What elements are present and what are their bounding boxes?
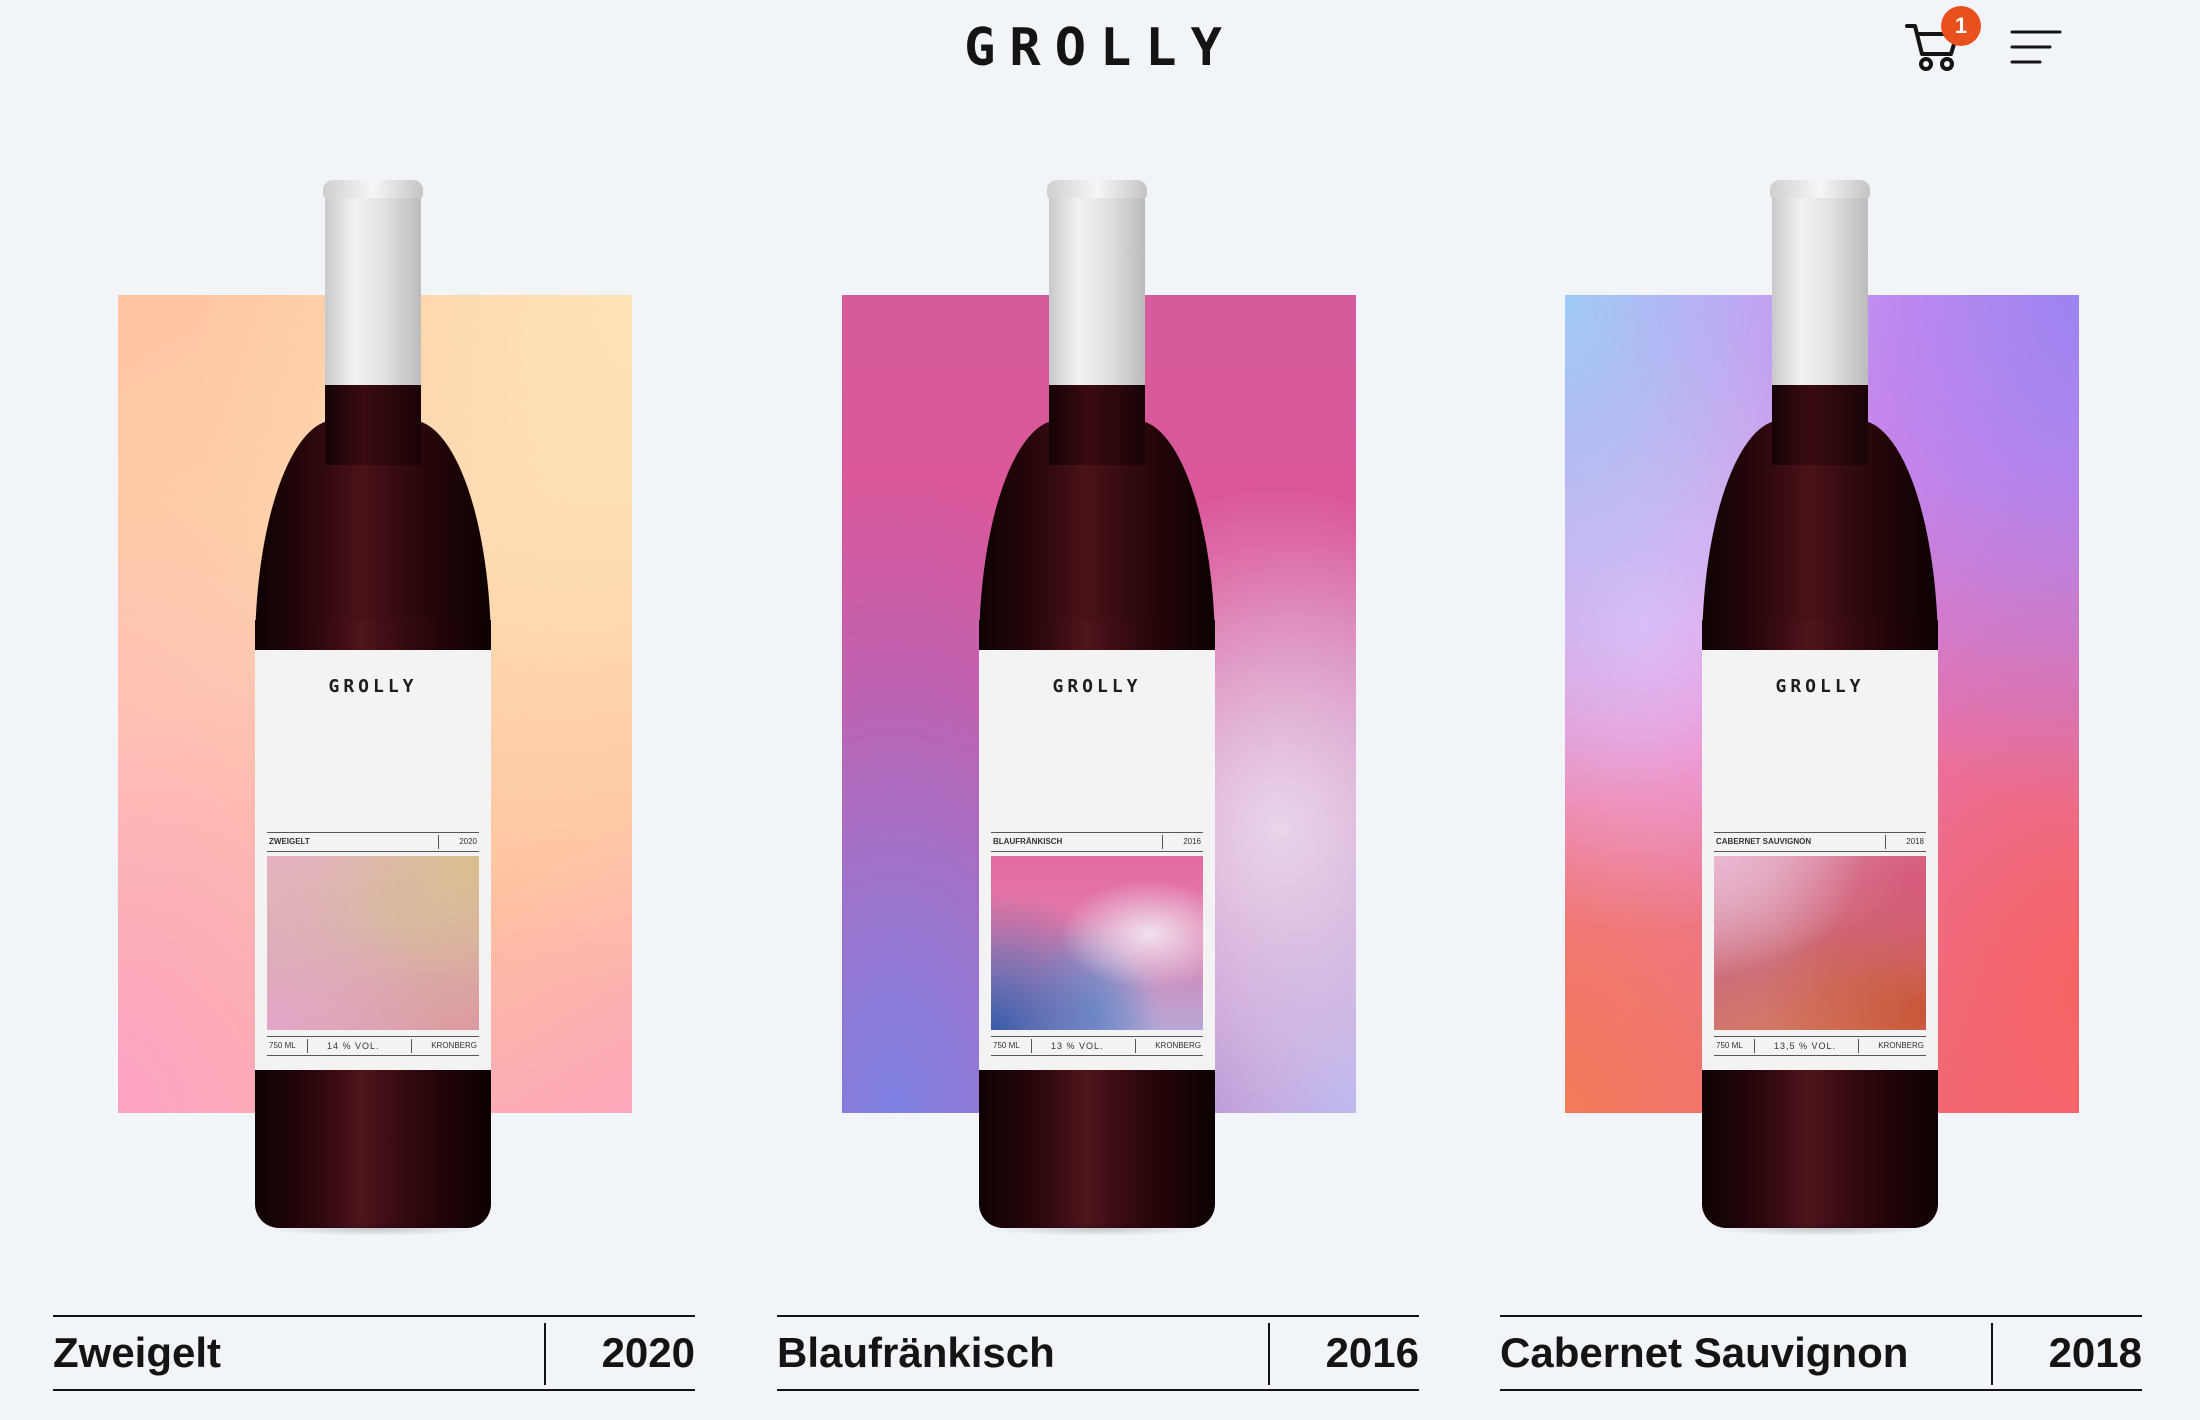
product-caption[interactable]: Cabernet Sauvignon 2018 (1500, 1315, 2142, 1391)
label-title-row: CABERNET SAUVIGNON 2018 (1714, 832, 1926, 852)
caption-divider (1268, 1323, 1270, 1385)
bottle-label: GROLLY CABERNET SAUVIGNON 2018 750 ML 13… (1702, 650, 1938, 1070)
label-volume: 750 ML (269, 1041, 296, 1050)
hamburger-menu-icon (2010, 30, 2062, 64)
product-year: 2016 (1325, 1329, 1419, 1376)
product-year: 2018 (2048, 1329, 2142, 1376)
label-volume: 750 ML (1716, 1041, 1743, 1050)
label-info-row: 750 ML 13,5 % VOL. KRONBERG (1714, 1036, 1926, 1056)
product-caption[interactable]: Zweigelt 2020 (53, 1315, 695, 1391)
label-artwork (1714, 856, 1926, 1030)
bottle-label: GROLLY BLAUFRÄNKISCH 2016 750 ML 13 % VO… (979, 650, 1215, 1070)
label-wine-name: CABERNET SAUVIGNON (1716, 837, 1812, 846)
label-info-row: 750 ML 14 % VOL. KRONBERG (267, 1036, 479, 1056)
cart-button[interactable]: 1 (1905, 6, 1981, 74)
label-alcohol: 13 % VOL. (1051, 1041, 1104, 1051)
product-name[interactable]: Blaufränkisch (777, 1329, 1055, 1377)
menu-button[interactable] (2010, 28, 2062, 66)
product-caption[interactable]: Blaufränkisch 2016 (777, 1315, 1419, 1391)
label-origin: KRONBERG (431, 1041, 477, 1050)
wine-bottle-image[interactable]: GROLLY BLAUFRÄNKISCH 2016 750 ML 13 % VO… (777, 170, 1419, 1236)
label-year: 2020 (459, 837, 477, 846)
label-year: 2018 (1906, 837, 1924, 846)
product-name[interactable]: Cabernet Sauvignon (1500, 1329, 1908, 1377)
label-alcohol: 14 % VOL. (327, 1041, 380, 1051)
product-card-cabernet-sauvignon[interactable]: GROLLY CABERNET SAUVIGNON 2018 750 ML 13… (1500, 170, 2142, 1400)
label-artwork (267, 856, 479, 1030)
wine-bottle-image[interactable]: GROLLY ZWEIGELT 2020 750 ML 14 % VOL. KR… (53, 170, 695, 1236)
label-volume: 750 ML (993, 1041, 1020, 1050)
label-title-row: ZWEIGELT 2020 (267, 832, 479, 852)
label-brand: GROLLY (1052, 676, 1142, 697)
page: GROLLY 1 GROLLY ZWEIGELT 2020 750 ML 14 … (0, 0, 2200, 1420)
product-name[interactable]: Zweigelt (53, 1329, 221, 1377)
product-year: 2020 (601, 1329, 695, 1376)
label-brand: GROLLY (328, 676, 418, 697)
label-info-row: 750 ML 13 % VOL. KRONBERG (991, 1036, 1203, 1056)
label-brand: GROLLY (1775, 676, 1865, 697)
label-year: 2016 (1183, 837, 1201, 846)
product-card-zweigelt[interactable]: GROLLY ZWEIGELT 2020 750 ML 14 % VOL. KR… (53, 170, 695, 1400)
caption-divider (1991, 1323, 1993, 1385)
label-origin: KRONBERG (1878, 1041, 1924, 1050)
bottle-label: GROLLY ZWEIGELT 2020 750 ML 14 % VOL. KR… (255, 650, 491, 1070)
label-alcohol: 13,5 % VOL. (1774, 1041, 1837, 1051)
label-artwork (991, 856, 1203, 1030)
wine-bottle-image[interactable]: GROLLY CABERNET SAUVIGNON 2018 750 ML 13… (1500, 170, 2142, 1236)
label-wine-name: BLAUFRÄNKISCH (993, 837, 1063, 846)
cart-count-badge: 1 (1941, 6, 1981, 46)
brand-logo[interactable]: GROLLY (964, 18, 1236, 78)
label-wine-name: ZWEIGELT (269, 837, 310, 846)
label-origin: KRONBERG (1155, 1041, 1201, 1050)
product-card-blaufrankisch[interactable]: GROLLY BLAUFRÄNKISCH 2016 750 ML 13 % VO… (777, 170, 1419, 1400)
label-title-row: BLAUFRÄNKISCH 2016 (991, 832, 1203, 852)
caption-divider (544, 1323, 546, 1385)
